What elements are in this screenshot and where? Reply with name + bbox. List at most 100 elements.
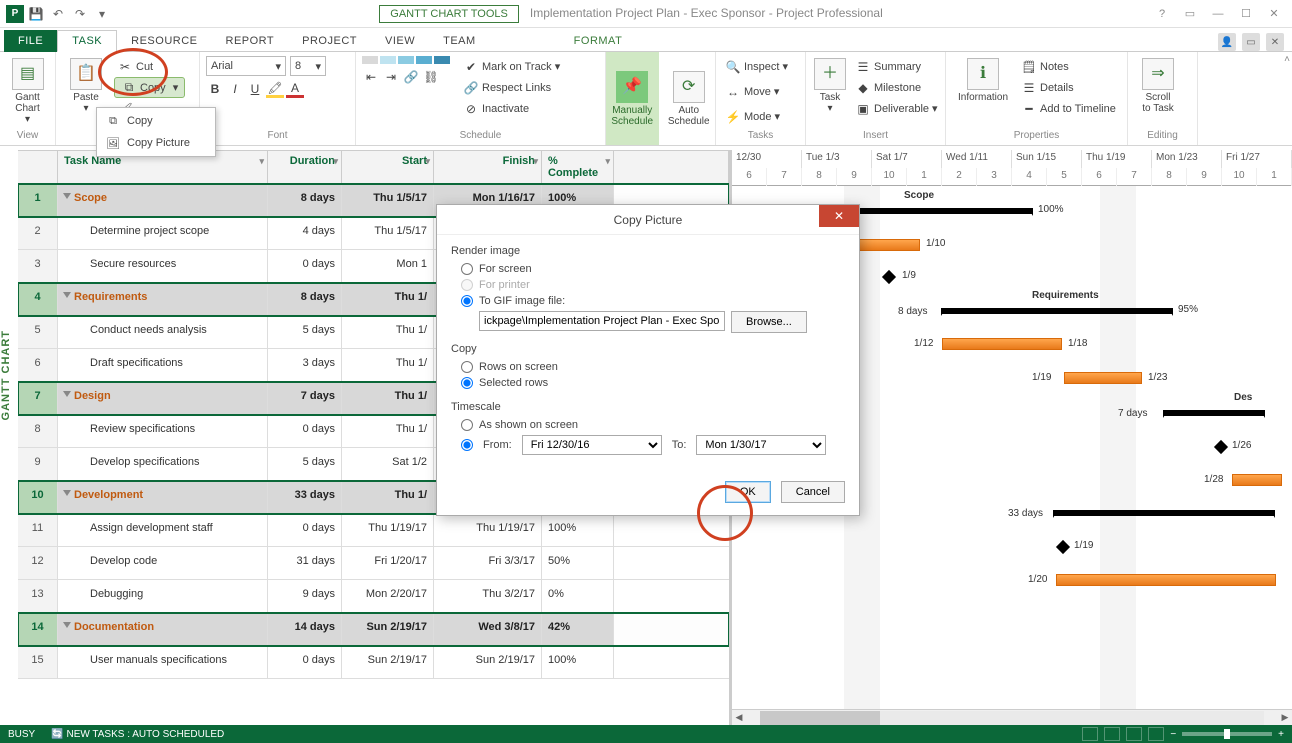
col-pct-complete[interactable]: % Complete▾ xyxy=(542,151,614,183)
col-indicator[interactable] xyxy=(18,151,58,183)
pct75-button[interactable] xyxy=(416,56,432,64)
minimize-icon[interactable]: — xyxy=(1206,4,1230,24)
pct100-button[interactable] xyxy=(434,56,450,64)
view-gantt-icon[interactable] xyxy=(1104,727,1120,741)
link-button[interactable]: 🔗 xyxy=(402,68,420,86)
information-button[interactable]: ℹ Information xyxy=(952,56,1014,105)
pct50-button[interactable] xyxy=(398,56,414,64)
deliverable-button[interactable]: ▣Deliverable ▾ xyxy=(852,98,941,119)
tab-format[interactable]: FORMAT xyxy=(560,31,637,51)
move-button[interactable]: ↔Move ▾ xyxy=(722,81,782,102)
col-duration[interactable]: Duration▾ xyxy=(268,151,342,183)
from-to-radio[interactable]: From: Fri 12/30/16 To: Mon 1/30/17 xyxy=(451,433,845,457)
help-icon[interactable]: ? xyxy=(1150,4,1174,24)
auto-schedule-button[interactable]: ⟳ Auto Schedule xyxy=(663,52,716,145)
italic-button[interactable]: I xyxy=(226,80,244,98)
timeline-button[interactable]: ━Add to Timeline xyxy=(1018,98,1119,119)
dialog-titlebar[interactable]: Copy Picture ✕ xyxy=(437,205,859,235)
ribbon-tabs: FILE TASK RESOURCE REPORT PROJECT VIEW T… xyxy=(0,28,1292,52)
fontcolor-button[interactable]: A xyxy=(286,80,304,98)
gantt-chart-button[interactable]: ▤ Gantt Chart ▾ xyxy=(6,56,49,127)
scroll-to-task-button[interactable]: ⇒ Scroll to Task xyxy=(1134,56,1182,116)
account-icon[interactable]: 👤 xyxy=(1218,33,1236,51)
to-gif-radio[interactable]: To GIF image file: xyxy=(451,293,845,309)
underline-button[interactable]: U xyxy=(246,80,264,98)
from-date-combo[interactable]: Fri 12/30/16 xyxy=(522,435,662,455)
save-icon[interactable]: 💾 xyxy=(26,4,46,24)
tab-view[interactable]: VIEW xyxy=(371,31,429,51)
table-row[interactable]: 14Documentation14 daysSun 2/19/17Wed 3/8… xyxy=(18,613,729,646)
zoom-in-icon[interactable]: + xyxy=(1278,729,1284,740)
table-row[interactable]: 13Debugging9 daysMon 2/20/17Thu 3/2/170% xyxy=(18,580,729,613)
inspect-button[interactable]: 🔍Inspect ▾ xyxy=(722,56,791,77)
horizontal-scrollbar[interactable]: ◀ ▶ xyxy=(732,709,1292,725)
scroll-right-icon[interactable]: ▶ xyxy=(1278,712,1292,723)
qat-dropdown-icon[interactable]: ▾ xyxy=(92,4,112,24)
ribbon-display-icon[interactable]: ▭ xyxy=(1178,4,1202,24)
copy-picture-menu-item[interactable]: 🖼Copy Picture xyxy=(97,132,215,154)
task-button[interactable]: ＋ Task ▾ xyxy=(812,56,848,116)
zoom-out-icon[interactable]: − xyxy=(1170,729,1176,740)
app-icon: P xyxy=(6,5,24,23)
collapse-ribbon-icon[interactable]: ˄ xyxy=(1284,54,1290,65)
gif-path-input[interactable] xyxy=(479,311,725,331)
for-screen-radio[interactable]: For screen xyxy=(451,261,845,277)
mode-button[interactable]: ⚡Mode ▾ xyxy=(722,106,783,127)
as-shown-radio[interactable]: As shown on screen xyxy=(451,417,845,433)
pct25-button[interactable] xyxy=(380,56,396,64)
bold-button[interactable]: B xyxy=(206,80,224,98)
bgcolor-button[interactable]: 🖍 xyxy=(266,80,284,98)
maximize-icon[interactable]: ☐ xyxy=(1234,4,1258,24)
indent-button[interactable]: ⇥ xyxy=(382,68,400,86)
tab-resource[interactable]: RESOURCE xyxy=(117,31,211,51)
window-restore-icon[interactable]: ▭ xyxy=(1242,33,1260,51)
summary-button[interactable]: ☰Summary xyxy=(852,56,941,77)
table-row[interactable]: 12Develop code31 daysFri 1/20/17Fri 3/3/… xyxy=(18,547,729,580)
browse-button[interactable]: Browse... xyxy=(731,311,807,333)
font-name-combo[interactable]: Arial▾ xyxy=(206,56,286,76)
outdent-button[interactable]: ⇤ xyxy=(362,68,380,86)
undo-icon[interactable]: ↶ xyxy=(48,4,68,24)
close-doc-icon[interactable]: ✕ xyxy=(1266,33,1284,51)
ribbon-group-mode: Manually Schedule ⟳ Auto Schedule xyxy=(606,52,716,145)
milestone-button[interactable]: ◆Milestone xyxy=(852,77,941,98)
cut-button[interactable]: ✂Cut xyxy=(114,56,185,77)
col-add[interactable] xyxy=(614,151,729,183)
tab-task[interactable]: TASK xyxy=(57,30,117,52)
copy-split-button[interactable]: ⧉Copy ▾ xyxy=(114,77,185,98)
unlink-button[interactable]: ⛓ xyxy=(422,68,440,86)
ok-button[interactable]: OK xyxy=(725,481,771,503)
tab-team[interactable]: TEAM xyxy=(429,31,490,51)
col-finish[interactable]: Finish▾ xyxy=(434,151,542,183)
view-normal-icon[interactable] xyxy=(1082,727,1098,741)
zoom-slider[interactable] xyxy=(1182,732,1272,736)
inactivate-button[interactable]: ⊘Inactivate xyxy=(460,98,563,119)
details-button[interactable]: ☰Details xyxy=(1018,77,1119,98)
col-start[interactable]: Start▾ xyxy=(342,151,434,183)
table-row[interactable]: 11Assign development staff0 daysThu 1/19… xyxy=(18,514,729,547)
dialog-close-button[interactable]: ✕ xyxy=(819,205,859,227)
font-size-combo[interactable]: 8▾ xyxy=(290,56,326,76)
notes-button[interactable]: 🗒Notes xyxy=(1018,56,1119,77)
tab-file[interactable]: FILE xyxy=(4,30,57,52)
view-sheet-icon[interactable] xyxy=(1148,727,1164,741)
table-row[interactable]: 15User manuals specifications0 daysSun 2… xyxy=(18,646,729,679)
tab-report[interactable]: REPORT xyxy=(212,31,289,51)
for-printer-radio[interactable]: For printer xyxy=(451,277,845,293)
rows-on-screen-radio[interactable]: Rows on screen xyxy=(451,359,845,375)
tab-project[interactable]: PROJECT xyxy=(288,31,371,51)
respect-links-button[interactable]: 🔗Respect Links xyxy=(460,77,563,98)
redo-icon[interactable]: ↷ xyxy=(70,4,90,24)
mark-on-track-button[interactable]: ✔Mark on Track ▾ xyxy=(460,56,563,77)
view-usage-icon[interactable] xyxy=(1126,727,1142,741)
scroll-left-icon[interactable]: ◀ xyxy=(732,712,746,723)
to-date-combo[interactable]: Mon 1/30/17 xyxy=(696,435,826,455)
pct0-button[interactable] xyxy=(362,56,378,64)
copy-menu-item[interactable]: ⧉Copy xyxy=(97,110,215,132)
manually-schedule-button[interactable]: Manually Schedule xyxy=(606,52,659,145)
cancel-button[interactable]: Cancel xyxy=(781,481,845,503)
ribbon-group-schedule: ⇤ ⇥ 🔗 ⛓ ✔Mark on Track ▾ 🔗Respect Links … xyxy=(356,52,606,145)
selected-rows-radio[interactable]: Selected rows xyxy=(451,375,845,391)
status-newtasks[interactable]: 🔄 NEW TASKS : AUTO SCHEDULED xyxy=(51,729,224,740)
close-icon[interactable]: ✕ xyxy=(1262,4,1286,24)
